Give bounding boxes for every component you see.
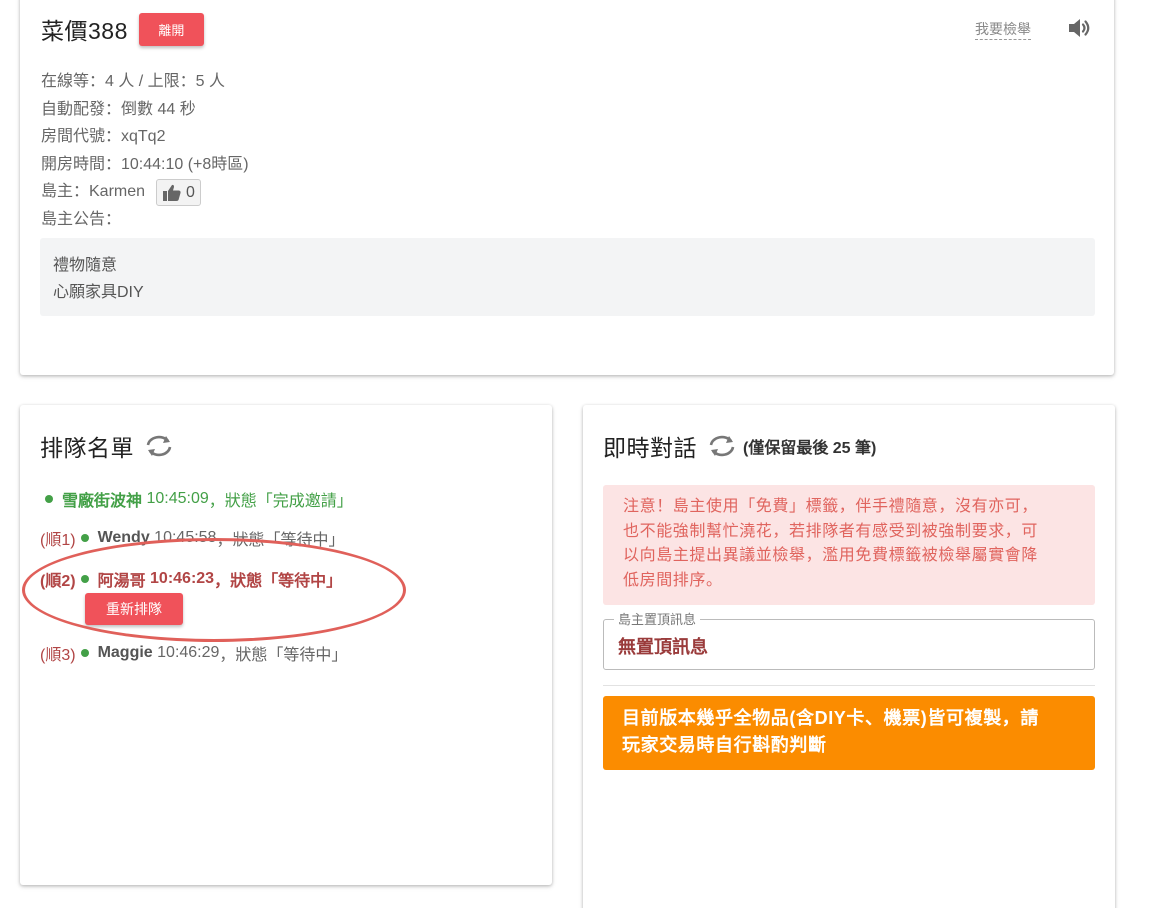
queue-item-time: 10:46:23 xyxy=(150,570,215,587)
announcement-line: 禮物隨意 xyxy=(53,257,118,274)
online-count: 在線等：4 人 / 上限：5 人 xyxy=(41,73,226,90)
pinned-message-value: 無置頂訊息 xyxy=(618,637,708,657)
online-dot xyxy=(80,534,89,542)
announcement-line: 心願家具DIY xyxy=(53,284,144,301)
queue-item: (順3) Maggie 10:46:29 ，狀態「等待中」 xyxy=(40,641,347,665)
queue-item-status: ，狀態「完成邀請」 xyxy=(208,493,353,510)
like-button[interactable]: 0 xyxy=(156,179,201,206)
warning-line: 以向島主提出異議並檢舉，濫用免費標籤被檢舉屬實會降 xyxy=(623,547,1039,564)
notice-line: 玩家交易時自行斟酌判斷 xyxy=(622,735,827,755)
online-dot xyxy=(45,495,53,503)
queue-item-name: Maggie xyxy=(97,644,153,661)
copy-notice-banner: 目前版本幾乎全物品(含DIY卡、機票)皆可複製，請 玩家交易時自行斟酌判斷 xyxy=(603,696,1095,770)
queue-item-time: 10:45:09 xyxy=(146,490,209,507)
pinned-message-label: 島主置頂訊息 xyxy=(614,612,701,627)
room-info-card: 菜價388 離開 我要檢舉 在線等：4 人 / 上限：5 人 自動配發：倒數 4… xyxy=(20,0,1114,375)
queue-item-name: 阿湯哥 xyxy=(97,573,146,590)
queue-item-order: (順3) xyxy=(40,647,76,664)
queue-item-status: ，狀態「等待中」 xyxy=(219,647,348,664)
online-dot xyxy=(80,649,89,657)
room-code: 房間代號：xqTq2 xyxy=(41,128,166,145)
online-dot xyxy=(80,575,89,583)
queue-item-name: 雪廠街波神 xyxy=(62,493,143,510)
chat-card: 即時對話 (僅保留最後 25 筆) 注意！島主使用「免費」標籤，伴手禮隨意，沒有… xyxy=(583,405,1115,908)
queue-item-name: Wendy xyxy=(97,529,150,546)
announcement-box: 禮物隨意 心願家具DIY xyxy=(40,238,1095,316)
queue-item-order: (順1) xyxy=(40,532,76,549)
refresh-icon[interactable] xyxy=(705,433,739,459)
auto-dispatch-countdown: 自動配發：倒數 44 秒 xyxy=(41,100,196,118)
pinned-message-field: 島主置頂訊息 無置頂訊息 xyxy=(603,612,1095,670)
queue-item-status: ，狀態「等待中」 xyxy=(216,532,345,549)
warning-line: 低房間排序。 xyxy=(623,571,723,589)
chat-header: 即時對話 (僅保留最後 25 筆) xyxy=(603,429,876,463)
notice-line: 目前版本幾乎全物品(含DIY卡、機票)皆可複製，請 xyxy=(622,708,1039,728)
queue-title: 排隊名單 xyxy=(40,435,134,461)
queue-item-order: (順2) xyxy=(40,573,76,590)
requeue-button[interactable]: 重新排隊 xyxy=(85,593,183,625)
retain-note: (僅保留最後 25 筆) xyxy=(743,440,877,457)
queue-card: 排隊名單 雪廠街波神 10:45:09 ，狀態「完成邀請」 (順1) Wendy… xyxy=(20,405,552,885)
divider xyxy=(603,685,1095,686)
speaker-icon[interactable] xyxy=(1067,16,1093,40)
queue-item-current-user: (順2) 阿湯哥 10:46:23 ，狀態「等待中」 xyxy=(40,567,342,591)
queue-item-status: ，狀態「等待中」 xyxy=(214,573,343,590)
free-tag-warning: 注意！島主使用「免費」標籤，伴手禮隨意，沒有亦可， 也不能強制幫忙澆花，若排隊者… xyxy=(603,485,1095,605)
report-link[interactable]: 我要檢舉 xyxy=(975,21,1031,40)
open-time: 開房時間：10:44:10 (+8時區) xyxy=(41,155,249,173)
room-details: 在線等：4 人 / 上限：5 人 自動配發：倒數 44 秒 房間代號：xqTq2… xyxy=(41,72,249,237)
refresh-icon[interactable] xyxy=(142,433,176,459)
thumbs-up-icon xyxy=(163,184,181,201)
chat-title: 即時對話 xyxy=(603,435,697,461)
queue-item-time: 10:46:29 xyxy=(157,644,220,661)
announcement-label: 島主公告： xyxy=(41,210,122,228)
warning-line: 注意！島主使用「免費」標籤，伴手禮隨意，沒有亦可， xyxy=(623,498,1039,515)
host-name: 島主：Karmen xyxy=(41,183,146,200)
room-header: 菜價388 離開 xyxy=(41,12,204,46)
room-title: 菜價388 xyxy=(41,18,128,44)
queue-item-time: 10:45:58 xyxy=(154,529,217,546)
like-count: 0 xyxy=(186,183,195,201)
host-row: 島主：Karmen 0 xyxy=(41,179,249,210)
leave-button[interactable]: 離開 xyxy=(138,12,204,46)
queue-item: (順1) Wendy 10:45:58 ，狀態「等待中」 xyxy=(40,526,344,550)
warning-line: 也不能強制幫忙澆花，若排隊者有感受到被強制要求，可 xyxy=(623,522,1039,540)
queue-header: 排隊名單 xyxy=(40,429,176,463)
queue-item: 雪廠街波神 10:45:09 ，狀態「完成邀請」 xyxy=(40,487,353,511)
